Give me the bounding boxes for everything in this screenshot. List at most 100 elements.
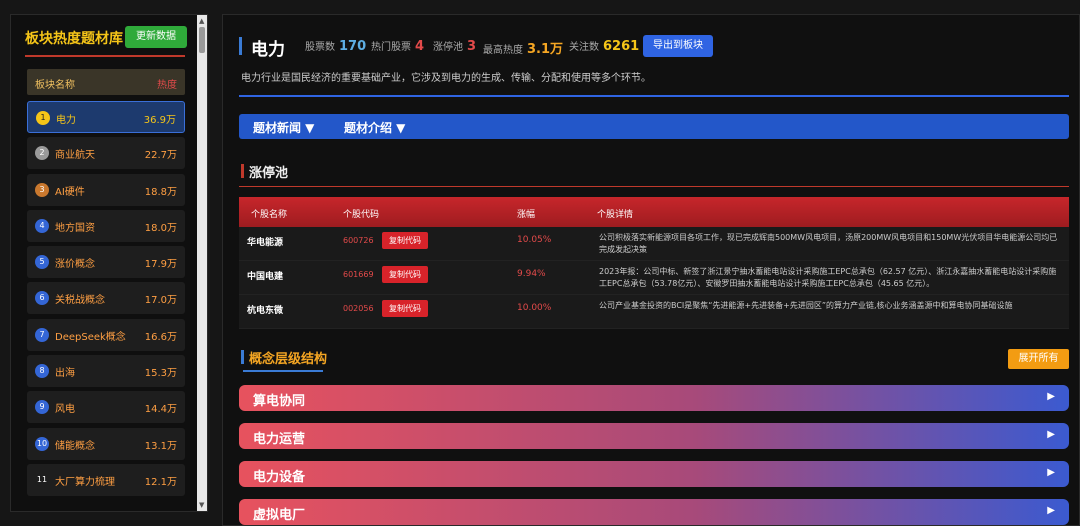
sector-name: 储能概念: [55, 440, 95, 452]
expand-all-button[interactable]: 展开所有: [1008, 349, 1069, 369]
stock-name: 华电能源: [247, 238, 284, 248]
export-button[interactable]: 导出到板块: [643, 35, 713, 57]
rank-badge: 6: [35, 291, 49, 306]
column-name-label: 板块名称: [35, 80, 75, 91]
header-code: 个股代码: [343, 210, 380, 220]
table-row: 杭电东微 002056 复制代码 10.00% 公司产业基金投资的BCI是聚焦“先进能源…: [239, 295, 1069, 329]
sector-name: 商业航天: [55, 150, 95, 162]
play-icon: ▶: [1047, 505, 1055, 516]
stat-label: 热门股票: [371, 42, 411, 53]
sector-name: 关税战概念: [55, 295, 105, 307]
rank-badge: 7: [35, 327, 49, 342]
sector-item[interactable]: 8 出海 15.3万: [27, 355, 185, 388]
sector-item[interactable]: 6 关税战概念 17.0万: [27, 282, 185, 315]
stat-stocks: 股票数 170: [305, 38, 366, 54]
divider: [239, 186, 1069, 187]
stock-name: 杭电东微: [247, 306, 284, 316]
sector-item[interactable]: 10 储能概念 13.1万: [27, 427, 185, 460]
sidebar-header: 板块热度题材库 更新数据: [11, 15, 197, 59]
scroll-up-icon[interactable]: ▲: [199, 17, 204, 25]
sector-heat: 18.8万: [144, 186, 177, 198]
update-data-button[interactable]: 更新数据: [125, 26, 187, 48]
stock-change: 10.00%: [517, 303, 552, 313]
limit-pool-table: 个股名称 个股代码 涨幅 个股详情 华电能源 600726 复制代码 10.05% 公司…: [239, 197, 1069, 329]
play-icon: ▶: [1047, 429, 1055, 440]
description: 电力行业是国民经济的重要基础产业，它涉及到电力的生成、传输、分配和使用等多个环节…: [241, 73, 651, 84]
sector-heat: 17.0万: [144, 295, 177, 307]
concept-accordion-item[interactable]: 电力运营 ▶: [239, 423, 1069, 449]
sector-name: AI硬件: [55, 186, 85, 198]
sector-item[interactable]: 2 商业航天 22.7万: [27, 137, 185, 170]
sidebar-title: 板块热度题材库: [25, 31, 123, 47]
section-accent-bar: [241, 350, 244, 364]
sector-item[interactable]: 7 DeepSeek概念 16.6万: [27, 318, 185, 351]
sector-name: 涨价概念: [55, 259, 95, 271]
table-row: 华电能源 600726 复制代码 10.05% 公司积极落实新能源项目各项工作，现已完成…: [239, 227, 1069, 261]
sector-heat: 13.1万: [144, 440, 177, 452]
stat-label: 最高热度: [483, 45, 523, 56]
header-name: 个股名称: [251, 210, 288, 220]
sidebar-column-header: 板块名称 热度: [27, 69, 185, 95]
stat-limit: 涨停池 3: [433, 38, 476, 54]
copy-code-button[interactable]: 复制代码: [382, 266, 428, 283]
stat-follow: 关注数 6261: [569, 38, 639, 54]
sector-item[interactable]: 9 风电 14.4万: [27, 391, 185, 424]
stock-detail: 公司产业基金投资的BCI是聚焦“先进能源+先进装备+先进园区”的算力产业链,核心…: [599, 301, 1013, 310]
stock-change: 9.94%: [517, 269, 546, 279]
tab-intro[interactable]: 题材介绍 ▼: [344, 119, 405, 136]
tabs-bar: 题材新闻 ▼ 题材介绍 ▼: [239, 114, 1069, 139]
sector-name: 出海: [55, 368, 75, 380]
sector-name: 电力: [56, 115, 76, 126]
divider: [239, 95, 1069, 97]
concept-accordion-item[interactable]: 虚拟电厂 ▶: [239, 499, 1069, 525]
header-detail: 个股详情: [597, 210, 634, 220]
title-accent-bar: [239, 37, 242, 55]
app-root: 板块热度题材库 更新数据 板块名称 热度 1 电力 36.9万 2 商业航天 22.7万 3…: [0, 0, 1080, 526]
stat-max-heat: 最高热度 3.1万: [483, 38, 563, 57]
rank-badge: 3: [35, 182, 49, 197]
concept-accordion-item[interactable]: 算电协同 ▶: [239, 385, 1069, 411]
sidebar-scrollbar[interactable]: ▲ ▼: [197, 15, 207, 511]
scroll-thumb[interactable]: [199, 27, 205, 53]
rank-badge: 4: [35, 218, 49, 233]
concept-title: 概念层级结构: [249, 352, 328, 367]
sector-item[interactable]: 3 AI硬件 18.8万: [27, 173, 185, 206]
sector-heat: 17.9万: [144, 259, 177, 271]
sector-heat: 15.3万: [144, 368, 177, 380]
sector-item[interactable]: 1 电力 36.9万: [27, 101, 185, 133]
sector-heat: 36.9万: [143, 115, 176, 126]
rank-badge: 5: [35, 255, 49, 270]
copy-code-button[interactable]: 复制代码: [382, 232, 428, 249]
column-heat-label[interactable]: 热度: [157, 76, 177, 91]
stock-name: 中国电建: [247, 272, 284, 282]
sector-heat: 22.7万: [144, 150, 177, 162]
sector-item[interactable]: 11 大厂算力梳理 12.1万: [27, 463, 185, 496]
table-header: 个股名称 个股代码 涨幅 个股详情: [239, 197, 1069, 227]
copy-code-button[interactable]: 复制代码: [382, 300, 428, 317]
page-title: 电力: [251, 40, 285, 60]
tab-news[interactable]: 题材新闻 ▼: [253, 119, 314, 136]
sector-name: 地方国资: [55, 222, 95, 234]
stat-value: 6261: [603, 39, 640, 54]
section-accent-bar: [241, 164, 244, 178]
stat-value: 3: [467, 39, 477, 54]
concept-accordion-item[interactable]: 电力设备 ▶: [239, 461, 1069, 487]
table-body: 华电能源 600726 复制代码 10.05% 公司积极落实新能源项目各项工作，现已完成…: [239, 227, 1069, 329]
stat-label: 股票数: [305, 42, 335, 53]
sector-item[interactable]: 5 涨价概念 17.9万: [27, 246, 185, 279]
sector-heat: 14.4万: [144, 404, 177, 416]
stat-hot: 热门股票 4: [371, 38, 424, 54]
header-change: 涨幅: [517, 210, 536, 220]
stock-code: 601669: [343, 270, 374, 279]
limit-pool-title: 涨停池: [249, 166, 289, 181]
scroll-down-icon[interactable]: ▼: [199, 501, 204, 509]
sector-item[interactable]: 4 地方国资 18.0万: [27, 209, 185, 242]
play-icon: ▶: [1047, 391, 1055, 402]
concept-label: 电力运营: [253, 432, 306, 447]
sector-heat: 18.0万: [144, 222, 177, 234]
stock-code: 600726: [343, 236, 374, 245]
rank-badge: 9: [35, 400, 49, 415]
rank-badge: 11: [35, 472, 49, 487]
sector-heat: 12.1万: [144, 476, 177, 488]
stock-code: 002056: [343, 304, 374, 313]
